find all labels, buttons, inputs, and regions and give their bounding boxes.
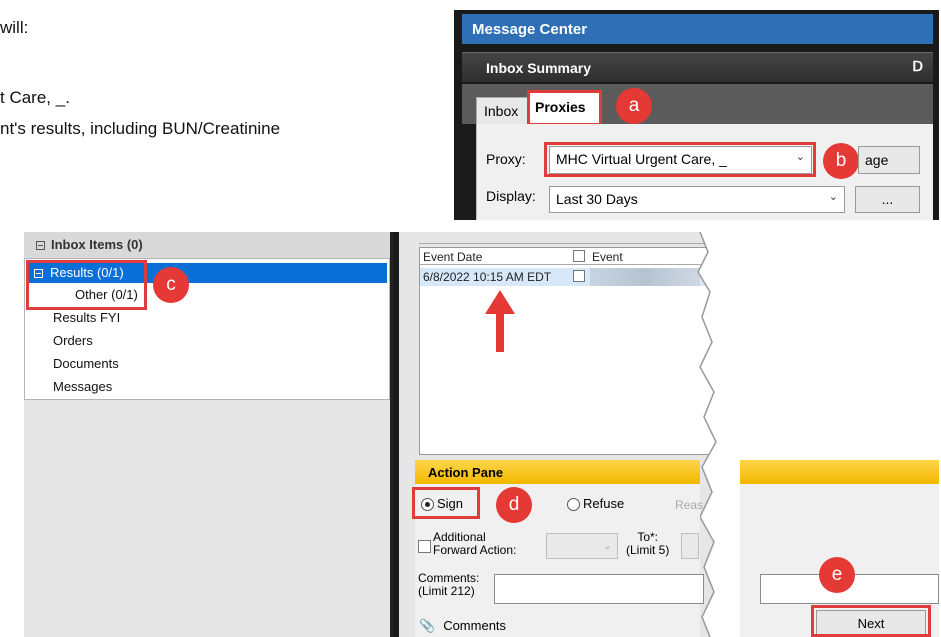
collapse-icon[interactable] (36, 241, 45, 251)
additional-line-2: Forward Action: (433, 543, 517, 557)
intro-line-2: t Care, _. (0, 88, 70, 107)
callout-e: e (819, 557, 855, 593)
highlight-box-e (811, 605, 931, 637)
blurred-event-name (590, 268, 700, 286)
inbox-summary-header: Inbox Summary 𝖣 (462, 52, 933, 82)
action-pane-title: Action Pane (428, 465, 504, 480)
message-center-title: Message Center (462, 14, 933, 44)
highlight-box-a (527, 90, 602, 126)
inbox-items-label: Inbox Items (0) (51, 237, 143, 252)
refuse-radio[interactable]: Refuse (567, 496, 625, 512)
left-pane-empty (24, 400, 390, 637)
chevron-down-icon: ⌄ (602, 540, 612, 552)
comments-label: Comments: (Limit 212) (418, 572, 479, 598)
highlight-box-c (26, 260, 147, 310)
highlight-box-d (412, 487, 480, 519)
to-field[interactable] (681, 533, 699, 559)
additional-forward-checkbox[interactable] (418, 540, 431, 553)
callout-d: d (496, 487, 532, 523)
display-value: Last 30 Days (556, 191, 638, 207)
to-line-2: (Limit 5) (626, 543, 670, 557)
comments-textbox[interactable] (494, 574, 704, 604)
up-arrow-icon (485, 290, 515, 352)
event-row-checkbox[interactable] (573, 270, 585, 282)
intro-line-3: nt's results, including BUN/Creatinine (0, 119, 281, 138)
display-label: Display: (486, 188, 536, 204)
tree-item-results-fyi[interactable]: Results FYI (53, 310, 120, 325)
reason-label: Reas (675, 498, 704, 512)
col-header-event-date[interactable]: Event Date (423, 250, 482, 264)
event-row-date: 6/8/2022 10:15 AM EDT (423, 270, 552, 284)
pin-icon[interactable]: 𝖣 (912, 58, 923, 75)
refuse-label: Refuse (583, 496, 625, 511)
chevron-down-icon: ⌄ (828, 191, 838, 203)
paperclip-icon: 📎 (419, 618, 436, 633)
inbox-items-header[interactable]: Inbox Items (0) (24, 232, 390, 258)
highlight-box-b (544, 142, 816, 177)
action-pane-header: Action Pane (415, 460, 700, 484)
manage-button-label: age (865, 152, 889, 168)
callout-b: b (823, 143, 859, 179)
ellipsis-button[interactable]: ... (855, 186, 920, 213)
comments-link-label: Comments (443, 618, 507, 633)
additional-forward-label: Additional Forward Action: (433, 531, 516, 557)
to-label: To*: (Limit 5) (626, 531, 669, 557)
proxy-label: Proxy: (486, 151, 526, 167)
tree-item-documents[interactable]: Documents (53, 356, 119, 371)
select-all-checkbox[interactable] (573, 250, 585, 262)
action-pane-header-right (740, 460, 939, 484)
callout-c: c (153, 267, 189, 303)
manage-button[interactable]: age (858, 146, 920, 174)
forward-action-select[interactable]: ⌄ (546, 533, 618, 559)
intro-line-1: will: (0, 18, 29, 37)
callout-a: a (616, 88, 652, 124)
col-header-event[interactable]: Event (592, 250, 623, 264)
comments-link[interactable]: 📎 Comments (419, 618, 506, 634)
tab-inbox[interactable]: Inbox (476, 97, 528, 124)
tree-item-orders[interactable]: Orders (53, 333, 93, 348)
inbox-summary-label: Inbox Summary (486, 60, 592, 76)
comments-line-2: (Limit 212) (418, 584, 475, 598)
radio-unselected-icon (567, 498, 580, 512)
tree-item-messages[interactable]: Messages (53, 379, 112, 394)
display-select[interactable]: Last 30 Days ⌄ (549, 186, 845, 213)
